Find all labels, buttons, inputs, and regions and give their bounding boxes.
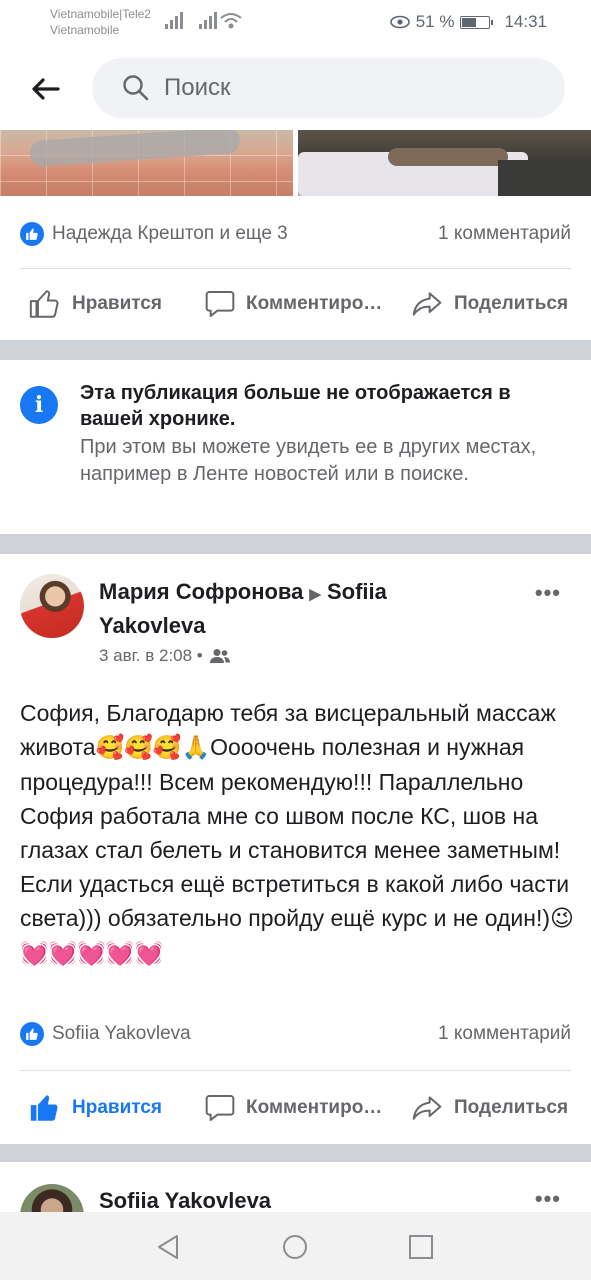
caret-right-icon: ▶ (309, 586, 321, 603)
avatar[interactable] (20, 574, 84, 638)
share-button[interactable]: Поделиться (410, 288, 568, 320)
section-separator (0, 534, 591, 554)
post1-reactions-row: Надежда Крештоп и еще 3 1 комментарий (20, 218, 571, 250)
comment-label: Комментиро… (246, 293, 383, 314)
post2-actions: Нравится Комментиро… Поделиться (0, 1078, 591, 1138)
post-text: София, Благодарю тебя за висцеральный ма… (20, 696, 575, 971)
comment-button[interactable]: Комментиро… (204, 288, 382, 320)
wifi-icon (220, 13, 242, 29)
home-nav-icon[interactable] (282, 1234, 308, 1260)
divider (20, 1070, 571, 1071)
share-label: Поделиться (454, 293, 569, 314)
back-nav-icon[interactable] (155, 1234, 181, 1260)
post-author: Мария Софронова ▶ Sofiia Yakovleva (99, 576, 479, 641)
share-label: Поделиться (454, 1097, 569, 1118)
back-arrow-icon (32, 78, 60, 100)
comment-label: Комментиро… (246, 1097, 383, 1118)
comment-icon (205, 1095, 235, 1121)
section-separator (0, 340, 591, 360)
info-icon: i (20, 386, 58, 424)
reaction-names[interactable]: Надежда Крештоп и еще 3 (52, 223, 288, 245)
search-placeholder: Поиск (164, 74, 231, 101)
recents-nav-icon[interactable] (408, 1234, 434, 1260)
system-nav-bar (0, 1212, 591, 1280)
clock: 14:31 (504, 12, 547, 31)
post-meta: 3 авг. в 2:08 • (99, 646, 231, 666)
notice-body: При этом вы можете увидеть ее в других м… (80, 436, 537, 485)
post-photo-1[interactable] (0, 130, 293, 196)
post-emoji-1: 🥰🥰🥰🙏 (95, 735, 211, 761)
status-bar: Vietnamobile|Tele2 Vietnamobile 51 % 14:… (0, 0, 591, 46)
search-icon (123, 75, 149, 101)
post2-reactions-row: Sofiia Yakovleva 1 комментарий (20, 1018, 571, 1050)
eye-icon (389, 15, 410, 29)
like-reaction-icon (20, 1022, 44, 1046)
reaction-names[interactable]: Sofiia Yakovleva (52, 1023, 191, 1045)
like-filled-icon (30, 1095, 58, 1121)
post-photos (0, 130, 591, 196)
like-button[interactable]: Нравится (28, 287, 162, 321)
author-name[interactable]: Мария Софронова (99, 579, 303, 604)
signal-icon-2 (199, 12, 217, 29)
info-notice: i Эта публикация больше не отображается … (0, 360, 591, 534)
post-photo-2[interactable] (298, 130, 591, 196)
more-options-button[interactable]: ••• (535, 580, 561, 606)
section-separator (0, 1144, 591, 1162)
share-button[interactable]: Поделиться (410, 1092, 568, 1124)
carrier-line2: Vietnamobile (50, 23, 120, 37)
post-card: Мария Софронова ▶ Sofiia Yakovleva ••• 3 а… (0, 554, 591, 1144)
back-button[interactable] (22, 66, 68, 112)
share-icon (412, 292, 442, 316)
carrier-info: Vietnamobile|Tele2 Vietnamobile (50, 6, 151, 38)
comment-button[interactable]: Комментиро… (204, 1092, 382, 1124)
post-author[interactable]: Sofiia Yakovleva (99, 1188, 271, 1214)
friends-audience-icon (209, 649, 230, 663)
like-reaction-icon (20, 222, 44, 246)
battery-icon (460, 15, 494, 29)
like-icon (29, 290, 59, 318)
post1-actions: Нравится Комментиро… Поделиться (0, 274, 591, 334)
like-label: Нравится (72, 293, 162, 314)
comment-icon (205, 291, 235, 317)
post-text-cont: Оооочень полезная и нужная процедура!!! … (20, 734, 570, 931)
status-right: 51 % 14:31 (389, 12, 547, 32)
notice-title: Эта публикация больше не отображается в … (80, 382, 511, 430)
more-options-button[interactable]: ••• (535, 1186, 561, 1212)
like-button[interactable]: Нравится (28, 1091, 162, 1125)
comments-count[interactable]: 1 комментарий (438, 223, 571, 245)
top-bar: Поиск (0, 46, 591, 130)
search-input[interactable]: Поиск (92, 58, 565, 118)
post-timestamp[interactable]: 3 авг. в 2:08 • (99, 646, 203, 666)
divider (20, 268, 571, 269)
share-icon (412, 1096, 442, 1120)
carrier-line1: Vietnamobile|Tele2 (50, 7, 151, 21)
signal-icon (165, 12, 183, 29)
comments-count[interactable]: 1 комментарий (438, 1023, 571, 1045)
like-label: Нравится (72, 1097, 162, 1118)
battery-percent: 51 % (415, 12, 455, 31)
